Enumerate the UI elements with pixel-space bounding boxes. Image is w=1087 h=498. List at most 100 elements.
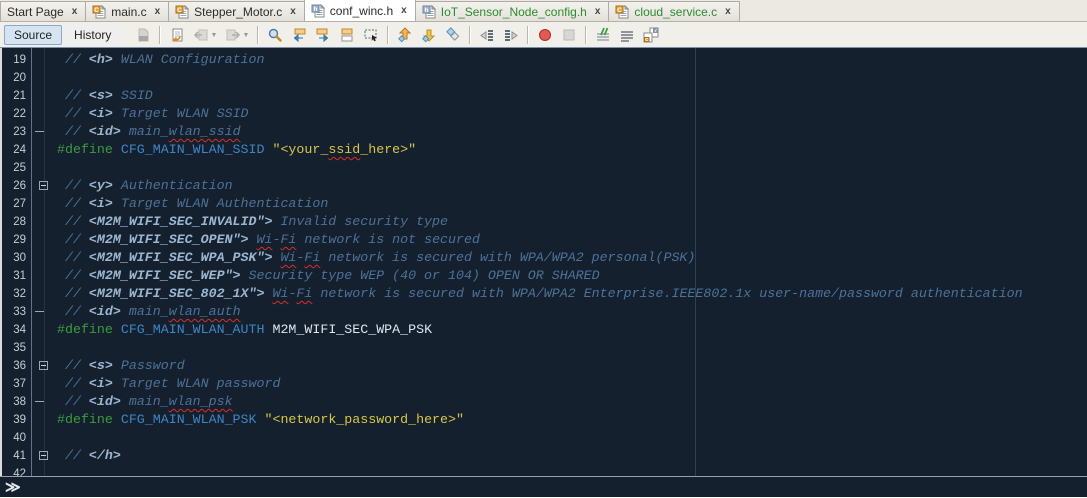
fold-row xyxy=(32,375,51,393)
code-token: "<your_ xyxy=(272,142,329,157)
fold-end-marker xyxy=(35,131,44,132)
code-line[interactable]: #define CFG_MAIN_WLAN_SSID "<your_ssid_h… xyxy=(57,141,1087,159)
previous-bookmark-button[interactable] xyxy=(393,24,417,46)
dropdown-caret-icon[interactable]: ▼ xyxy=(242,32,249,39)
dropdown-caret-icon[interactable]: ▼ xyxy=(210,32,217,39)
forward-button: ▼ xyxy=(221,24,249,46)
toolbar-separator xyxy=(527,25,530,44)
code-line[interactable]: // <s> SSID xyxy=(57,87,1087,105)
fold-end-marker xyxy=(35,311,44,312)
code-line[interactable]: // </h> xyxy=(57,447,1087,465)
tab-stepper-motor-c[interactable]: C Stepper_Motor.c x xyxy=(168,1,305,21)
code-line[interactable] xyxy=(57,69,1087,87)
last-edit-button[interactable] xyxy=(165,24,189,46)
code-line[interactable] xyxy=(57,429,1087,447)
code-line[interactable]: // <M2M_WIFI_SEC_WPA_PSK"> Wi-Fi network… xyxy=(57,249,1087,267)
code-token: <i> xyxy=(88,376,113,391)
code-token: Password xyxy=(112,358,185,373)
code-line[interactable]: // <M2M_WIFI_SEC_INVALID"> Invalid secur… xyxy=(57,213,1087,231)
fold-collapse-icon[interactable] xyxy=(39,361,48,370)
c-file-icon: C xyxy=(92,4,107,19)
line-number: 28 xyxy=(13,216,26,228)
code-line[interactable]: // <s> Password xyxy=(57,357,1087,375)
toggle-highlight-search-button[interactable] xyxy=(335,24,359,46)
toolbar-separator xyxy=(469,25,472,44)
line-number: 40 xyxy=(13,432,26,444)
tab-close-icon[interactable]: x xyxy=(70,6,80,17)
stop-macro-recording-icon xyxy=(561,27,577,43)
uncomment-icon xyxy=(619,27,635,43)
tab-main-c[interactable]: Cmain.c x xyxy=(85,1,170,21)
fold-collapse-icon[interactable] xyxy=(39,181,48,190)
last-edit-icon xyxy=(169,27,185,43)
code-line[interactable]: // <i> Target WLAN SSID xyxy=(57,105,1087,123)
code-line[interactable] xyxy=(57,465,1087,476)
tab-close-icon[interactable]: x xyxy=(593,6,603,17)
code-line[interactable]: // <M2M_WIFI_SEC_802_1X"> Wi-Fi network … xyxy=(57,285,1087,303)
code-line[interactable]: // <i> Target WLAN password xyxy=(57,375,1087,393)
tab-conf-winc-h[interactable]: h conf_winc.h x xyxy=(303,0,416,21)
tab-cloud-service-c[interactable]: Ccloud_service.c x xyxy=(608,1,740,21)
code-token: main_ xyxy=(120,394,169,409)
find-next-button[interactable] xyxy=(311,24,335,46)
code-token: Fi xyxy=(280,232,297,247)
find-selection-button[interactable] xyxy=(263,24,287,46)
find-next-icon xyxy=(315,27,331,43)
fold-row xyxy=(32,249,51,267)
code-line[interactable]: // <id> main_wlan_auth xyxy=(57,303,1087,321)
toggle-highlight-search-icon xyxy=(339,27,355,43)
code-token: <M2M_WIFI_SEC_WEP"> xyxy=(88,268,241,283)
editor-tab-bar: Start Page x Cmain.c x C Stepper_Motor.c x h con… xyxy=(0,0,1087,22)
shift-line-left-button[interactable] xyxy=(475,24,499,46)
line-number: 24 xyxy=(13,144,26,156)
code-token: // xyxy=(57,268,89,283)
code-token: <M2M_WIFI_SEC_OPEN"> xyxy=(88,232,249,247)
line-number: 20 xyxy=(13,72,26,84)
tab-close-icon[interactable]: x xyxy=(153,6,163,17)
tab-close-icon[interactable]: x xyxy=(399,5,409,16)
code-token: <i> xyxy=(88,106,113,121)
code-line[interactable]: // <i> Target WLAN Authentication xyxy=(57,195,1087,213)
code-token: // xyxy=(57,394,89,409)
code-line[interactable]: // <id> main_wlan_ssid xyxy=(57,123,1087,141)
uncomment-button[interactable] xyxy=(615,24,639,46)
tab-close-icon[interactable]: x xyxy=(288,6,298,17)
code-token: // xyxy=(57,232,89,247)
code-line[interactable] xyxy=(57,339,1087,357)
code-text-area[interactable]: // <h> WLAN Configuration // <s> SSID //… xyxy=(51,48,1087,476)
code-token: Invalid security type xyxy=(272,214,449,229)
shift-line-right-button[interactable] xyxy=(499,24,523,46)
fold-row xyxy=(32,321,51,339)
fold-collapse-icon[interactable] xyxy=(39,451,48,460)
source-view-button[interactable]: Source xyxy=(4,24,63,45)
code-line[interactable]: // <M2M_WIFI_SEC_WEP"> Security type WEP… xyxy=(57,267,1087,285)
start-macro-recording-button[interactable] xyxy=(533,24,557,46)
next-bookmark-button[interactable] xyxy=(417,24,441,46)
code-token: // xyxy=(57,88,89,103)
comment-button[interactable] xyxy=(591,24,615,46)
code-editor[interactable]: 19 20 21 22 23 24 25 26 27 28 29 30 31 32 33 34 35 36 37 38… xyxy=(0,48,1087,476)
tab-start-page[interactable]: Start Page x xyxy=(0,1,87,21)
code-line[interactable]: #define CFG_MAIN_WLAN_AUTH M2M_WIFI_SEC_… xyxy=(57,321,1087,339)
fold-row xyxy=(32,195,51,213)
code-token: <M2M_WIFI_SEC_WPA_PSK"> xyxy=(88,250,273,265)
c-file-icon: C xyxy=(175,4,190,19)
code-line[interactable] xyxy=(57,159,1087,177)
c-file-icon: C xyxy=(615,4,630,19)
breadcrumb-expand-icon[interactable]: ≫ xyxy=(5,480,21,495)
code-line[interactable]: #define CFG_MAIN_WLAN_PSK "<network_pass… xyxy=(57,411,1087,429)
toggle-bookmark-button[interactable] xyxy=(441,24,465,46)
find-previous-button[interactable] xyxy=(287,24,311,46)
code-line[interactable]: // <id> main_wlan_psk xyxy=(57,393,1087,411)
toggle-header-source-button[interactable]: hC xyxy=(639,24,663,46)
line-number: 38 xyxy=(13,396,26,408)
tab-iot-sensor-node-config-h[interactable]: h IoT_Sensor_Node_config.h x xyxy=(414,1,610,21)
rectangular-selection-button[interactable] xyxy=(359,24,383,46)
code-line[interactable]: // <h> WLAN Configuration xyxy=(57,51,1087,69)
code-line[interactable]: // <y> Authentication xyxy=(57,177,1087,195)
history-view-button[interactable]: History xyxy=(64,24,122,45)
fold-row xyxy=(32,51,51,69)
code-line[interactable]: // <M2M_WIFI_SEC_OPEN"> Wi-Fi network is… xyxy=(57,231,1087,249)
tab-close-icon[interactable]: x xyxy=(723,6,733,17)
